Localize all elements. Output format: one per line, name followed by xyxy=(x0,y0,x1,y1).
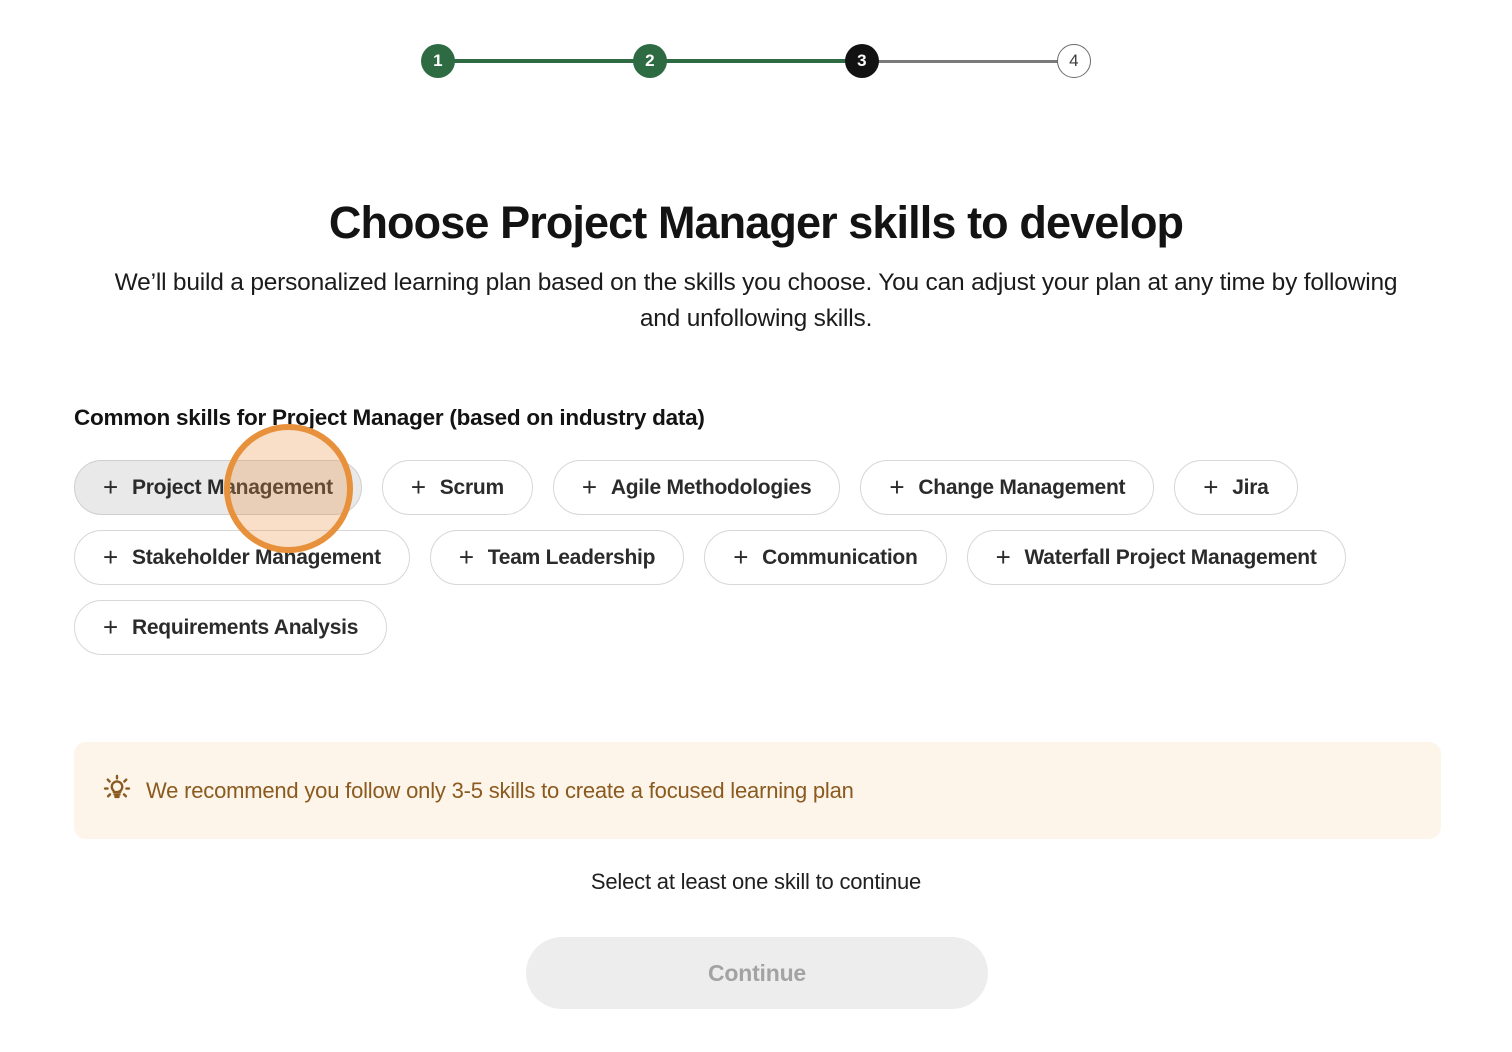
skills-section-heading: Common skills for Project Manager (based… xyxy=(74,405,705,430)
skill-chip-label: Communication xyxy=(762,545,918,569)
progress-stepper: 1 2 3 4 xyxy=(0,44,1512,78)
selection-helper-text: Select at least one skill to continue xyxy=(590,869,922,894)
plus-icon: + xyxy=(1203,471,1219,502)
stepper-step-3-label: 3 xyxy=(857,51,867,70)
plus-icon: + xyxy=(458,541,474,572)
skill-chip-label: Scrum xyxy=(439,475,504,499)
skill-chip-label: Waterfall Project Management xyxy=(1024,545,1317,569)
stepper-step-2[interactable]: 2 xyxy=(633,44,667,78)
skill-chip[interactable]: + Project Management xyxy=(74,460,362,515)
stepper-step-1-label: 1 xyxy=(433,51,443,70)
skill-chip[interactable]: + Communication xyxy=(704,530,947,585)
skill-chip[interactable]: + Jira xyxy=(1174,460,1298,515)
onboarding-skill-selection-page: 1 2 3 4 Choose Project Manager skills to… xyxy=(0,0,1512,1052)
skill-chip-label: Stakeholder Management xyxy=(131,545,381,569)
skill-chip[interactable]: + Stakeholder Management xyxy=(74,530,410,585)
page-title: Choose Project Manager skills to develop xyxy=(328,197,1184,248)
skill-chip-label: Change Management xyxy=(918,475,1126,499)
skill-chip-list: + Project Management + Scrum + Agile Methodol… xyxy=(74,460,1444,655)
skill-chip[interactable]: + Waterfall Project Management xyxy=(966,530,1346,585)
stepper-step-4[interactable]: 4 xyxy=(1057,44,1091,78)
stepper-connector-1-2 xyxy=(453,59,635,63)
page-subtitle: We’ll build a personalized learning plan… xyxy=(114,269,1398,333)
recommendation-banner-text: We recommend you follow only 3-5 skills … xyxy=(146,777,854,803)
skill-chip[interactable]: + Change Management xyxy=(860,460,1155,515)
plus-icon: + xyxy=(581,471,597,502)
skill-chip-label: Team Leadership xyxy=(487,545,656,569)
skill-chip-label: Agile Methodologies xyxy=(610,475,812,499)
stepper-connector-2-3 xyxy=(665,59,847,63)
stepper-step-2-label: 2 xyxy=(645,51,655,70)
skill-chip[interactable]: + Scrum xyxy=(381,460,533,515)
recommendation-banner: We recommend you follow only 3-5 skills … xyxy=(74,742,1441,839)
stepper-track: 1 2 3 4 xyxy=(421,44,1091,78)
continue-button[interactable]: Continue xyxy=(526,937,988,1009)
skill-chip[interactable]: + Team Leadership xyxy=(429,530,685,585)
plus-icon: + xyxy=(103,471,118,502)
stepper-step-1[interactable]: 1 xyxy=(421,44,455,78)
plus-icon: + xyxy=(103,611,118,642)
plus-icon: + xyxy=(410,471,426,502)
plus-icon: + xyxy=(889,471,905,502)
plus-icon: + xyxy=(733,541,749,572)
stepper-connector-3-4 xyxy=(877,59,1059,63)
skill-chip[interactable]: + Requirements Analysis xyxy=(74,600,388,655)
skill-chip[interactable]: + Agile Methodologies xyxy=(552,460,841,515)
lightbulb-icon xyxy=(102,773,132,808)
skill-chip-label: Requirements Analysis xyxy=(131,615,359,639)
plus-icon: + xyxy=(995,541,1011,572)
stepper-step-3[interactable]: 3 xyxy=(845,44,879,78)
skill-chip-label: Jira xyxy=(1232,475,1269,499)
stepper-step-4-label: 4 xyxy=(1069,51,1079,70)
plus-icon: + xyxy=(103,541,118,572)
skill-chip-label: Project Management xyxy=(131,475,333,499)
